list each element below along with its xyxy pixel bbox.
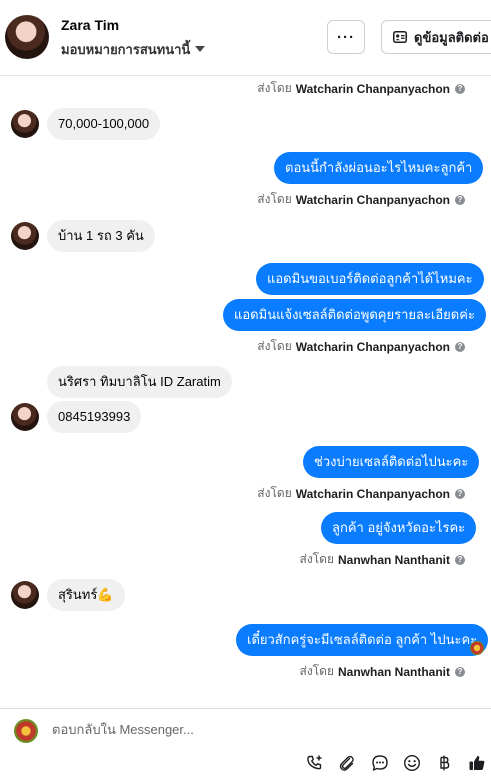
sent-prefix: ส่งโดย — [299, 664, 334, 678]
view-contact-label: ดูข้อมูลติดต่อ — [414, 29, 489, 45]
info-icon[interactable]: ? — [455, 194, 465, 205]
sender-name: Watcharin Chanpanyachon — [295, 339, 450, 354]
info-icon[interactable]: ? — [455, 341, 465, 352]
sent-prefix: ส่งโดย — [299, 552, 334, 566]
sender-name: Watcharin Chanpanyachon — [295, 486, 450, 501]
sent-prefix: ส่งโดย — [257, 486, 292, 500]
outgoing-message[interactable]: เดี๋ยวสักครู่จะมีเซลล์ติดต่อ ลูกค้า ไปนะ… — [236, 624, 489, 656]
contact-avatar[interactable] — [5, 15, 49, 59]
incoming-message[interactable]: บ้าน 1 รถ 3 คัน — [47, 220, 155, 252]
info-icon[interactable]: ? — [455, 488, 465, 499]
sent-by-label: ส่งโดย Watcharin Chanpanyachon ? — [257, 337, 465, 356]
sender-name: Watcharin Chanpanyachon — [295, 192, 450, 207]
contact-avatar-small[interactable] — [11, 581, 39, 609]
more-button[interactable]: ··· — [327, 20, 365, 54]
page-avatar — [14, 719, 38, 743]
outgoing-message[interactable]: แอดมินแจ้งเซลล์ติดต่อพูดคุยรายละเอียดค่ะ — [223, 299, 486, 331]
sender-name: Nanwhan Nanthanit — [337, 552, 450, 567]
sent-by-label: ส่งโดย Watcharin Chanpanyachon ? — [257, 190, 465, 209]
more-icon: ··· — [337, 28, 355, 46]
contact-name[interactable]: Zara Tim — [61, 17, 119, 33]
assign-label: มอบหมายการสนทนานี้ — [61, 42, 191, 57]
contact-avatar-small[interactable] — [11, 222, 39, 250]
paperclip-icon — [339, 755, 354, 771]
sent-prefix: ส่งโดย — [257, 339, 292, 353]
contact-avatar-small[interactable] — [11, 110, 39, 138]
conversation-header: Zara Tim มอบหมายการสนทนานี้ ··· ดูข้อมูล… — [0, 0, 491, 76]
info-icon[interactable]: ? — [455, 666, 465, 677]
saved-reply-icon — [372, 755, 388, 771]
sent-prefix: ส่งโดย — [257, 192, 292, 206]
add-call-button[interactable] — [305, 753, 325, 773]
incoming-message[interactable]: 70,000-100,000 — [47, 108, 161, 140]
payment-button[interactable] — [434, 753, 454, 773]
caret-down-icon — [195, 46, 206, 52]
saved-replies-button[interactable] — [370, 753, 390, 773]
outgoing-message[interactable]: ลูกค้า อยู่จังหวัดอะไรคะ — [321, 512, 477, 544]
info-icon[interactable]: ? — [455, 554, 465, 565]
incoming-message[interactable]: นริศรา ทิมบาลิโน ID Zaratim — [47, 366, 232, 398]
incoming-message[interactable]: 0845193993 — [47, 401, 142, 433]
info-icon[interactable]: ? — [455, 83, 465, 94]
thumbs-up-icon — [469, 755, 485, 770]
like-button[interactable] — [467, 753, 487, 773]
message-composer — [0, 708, 491, 783]
sent-by-label: ส่งโดย Nanwhan Nanthanit ? — [300, 662, 465, 681]
view-contact-button[interactable]: ดูข้อมูลติดต่อ — [381, 20, 491, 54]
incoming-message[interactable]: สุรินทร์💪 — [47, 579, 125, 611]
emoji-icon — [403, 754, 421, 772]
contact-avatar-small[interactable] — [11, 403, 39, 431]
add-call-icon — [307, 755, 322, 770]
sent-by-label: ส่งโดย Nanwhan Nanthanit ? — [300, 550, 465, 569]
sent-by-label: ส่งโดย Watcharin Chanpanyachon ? — [257, 79, 465, 98]
reply-input[interactable] — [50, 721, 484, 738]
sender-name: Nanwhan Nanthanit — [337, 664, 450, 679]
contact-card-icon — [393, 31, 407, 43]
assign-conversation-dropdown[interactable]: มอบหมายการสนทนานี้ — [61, 39, 206, 60]
outgoing-message[interactable]: ตอนนี้กำลังผ่อนอะไรไหมคะลูกค้า — [274, 152, 484, 184]
emoji-button[interactable] — [402, 753, 422, 773]
seen-avatar-icon — [470, 641, 484, 655]
sender-name: Watcharin Chanpanyachon — [295, 81, 450, 96]
message-thread[interactable]: ส่งโดย Watcharin Chanpanyachon ? 70,000-… — [0, 76, 491, 708]
outgoing-message[interactable]: ช่วงบ่ายเซลล์ติดต่อไปนะคะ — [303, 446, 480, 478]
outgoing-message[interactable]: แอดมินขอเบอร์ติดต่อลูกค้าได้ไหมคะ — [256, 263, 484, 295]
sent-by-label: ส่งโดย Watcharin Chanpanyachon ? — [257, 484, 465, 503]
attach-file-button[interactable] — [337, 753, 357, 773]
baht-icon — [440, 755, 450, 771]
sent-prefix: ส่งโดย — [257, 81, 292, 95]
